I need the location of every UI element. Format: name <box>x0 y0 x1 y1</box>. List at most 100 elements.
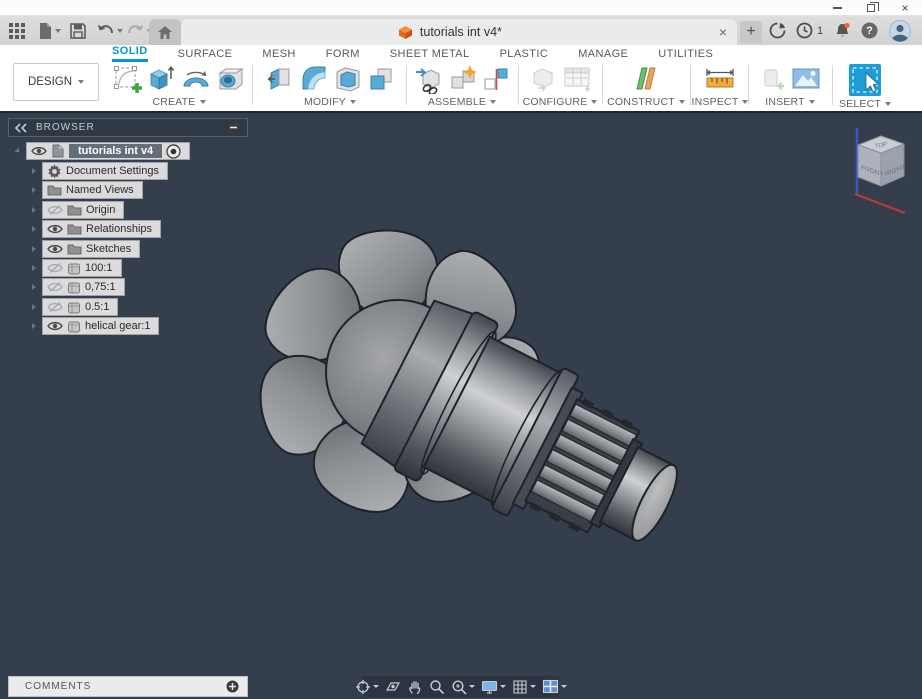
zoom-window-button[interactable] <box>450 679 476 695</box>
eye-icon[interactable] <box>47 223 63 235</box>
measure-icon[interactable] <box>703 64 737 94</box>
canvas-image-icon[interactable] <box>790 64 822 94</box>
save-button[interactable] <box>70 20 86 41</box>
zoom-icon <box>430 679 445 694</box>
extrude-icon[interactable] <box>146 64 176 94</box>
display-settings-button[interactable] <box>480 679 507 695</box>
tree-row-origin[interactable]: Origin <box>32 201 125 219</box>
viewports-button[interactable] <box>541 679 568 694</box>
tab-form[interactable]: FORM <box>326 48 360 62</box>
expand-arrow-icon[interactable] <box>14 147 22 155</box>
expand-arrow-icon[interactable] <box>32 304 36 310</box>
eye-hidden-icon[interactable] <box>47 204 63 216</box>
comments-panel[interactable]: COMMENTS <box>8 676 248 697</box>
group-construct: CONSTRUCT <box>604 62 688 108</box>
expand-arrow-icon[interactable] <box>32 323 36 329</box>
expand-arrow-icon[interactable] <box>32 265 36 271</box>
rigid-group-icon[interactable] <box>482 65 510 93</box>
eye-hidden-icon[interactable] <box>47 281 63 293</box>
workspace-selector-button[interactable]: DESIGN <box>13 63 99 101</box>
tree-row-named-views[interactable]: Named Views <box>32 181 143 199</box>
create-sketch-icon[interactable] <box>113 64 143 94</box>
root-node-label[interactable]: tutorials int v4 <box>69 144 163 158</box>
collapse-tree-icon[interactable] <box>227 121 240 134</box>
expand-arrow-icon[interactable] <box>32 168 36 174</box>
eye-hidden-icon[interactable] <box>47 301 63 313</box>
file-menu-button[interactable] <box>38 20 61 41</box>
document-tab[interactable]: tutorials int v4* × <box>181 19 737 45</box>
expand-arrow-icon[interactable] <box>32 246 36 252</box>
assemble-dropdown[interactable]: ASSEMBLE <box>428 95 497 108</box>
combine-icon[interactable] <box>366 64 396 94</box>
tab-sheet-metal[interactable]: SHEET METAL <box>390 48 470 62</box>
eye-icon[interactable] <box>47 243 63 255</box>
profile-button[interactable] <box>889 19 911 42</box>
expand-arrow-icon[interactable] <box>32 207 36 213</box>
app-launcher-button[interactable] <box>8 20 26 41</box>
undo-button[interactable] <box>97 20 123 41</box>
expand-comments-icon[interactable] <box>226 680 239 693</box>
tree-row-sketches[interactable]: Sketches <box>32 240 141 258</box>
create-caret-icon <box>199 99 206 104</box>
revolve-icon[interactable] <box>179 64 213 94</box>
expand-arrow-icon[interactable] <box>32 187 36 193</box>
new-tab-button[interactable]: + <box>740 21 762 43</box>
new-component-icon[interactable] <box>414 64 446 94</box>
tree-row-body-075-1[interactable]: 0,75:1 <box>32 278 125 296</box>
zoom-button[interactable] <box>428 679 446 695</box>
inspect-dropdown[interactable]: INSPECT <box>692 95 749 108</box>
close-window-button[interactable]: × <box>888 0 922 16</box>
tree-row-relationships[interactable]: Relationships <box>32 220 162 238</box>
job-status-button[interactable]: 1 <box>796 20 823 41</box>
activate-component-radio[interactable] <box>166 143 181 159</box>
tab-plastic[interactable]: PLASTIC <box>500 48 549 62</box>
close-tab-button[interactable]: × <box>719 25 727 39</box>
configuration-table-icon[interactable] <box>561 64 593 94</box>
insert-dropdown[interactable]: INSERT <box>765 95 815 108</box>
tab-mesh[interactable]: MESH <box>262 48 295 62</box>
collapse-panel-icon[interactable] <box>14 122 28 133</box>
pan-button[interactable] <box>406 679 424 695</box>
maximize-button[interactable] <box>854 0 888 16</box>
select-icon[interactable] <box>847 62 883 98</box>
assemble-caret-icon <box>490 99 497 104</box>
construct-caret-icon <box>678 99 685 104</box>
orbit-button[interactable] <box>354 679 380 695</box>
tab-surface[interactable]: SURFACE <box>178 48 233 62</box>
modify-dropdown[interactable]: MODIFY <box>304 95 357 108</box>
grid-icon <box>513 679 527 694</box>
tree-row-body-100-1[interactable]: 100:1 <box>32 259 122 277</box>
press-pull-icon[interactable] <box>265 64 295 94</box>
browser-header[interactable]: BROWSER <box>8 118 248 137</box>
tree-row-document-settings[interactable]: Document Settings <box>32 162 168 180</box>
tab-solid[interactable]: SOLID <box>112 45 148 62</box>
tree-row-body-05-1[interactable]: 0.5:1 <box>32 298 119 316</box>
construct-dropdown[interactable]: CONSTRUCT <box>607 95 685 108</box>
tree-row-helical-gear[interactable]: helical gear:1 <box>32 317 160 335</box>
eye-hidden-icon[interactable] <box>47 262 63 274</box>
tab-manage[interactable]: MANAGE <box>578 48 628 62</box>
select-dropdown[interactable]: SELECT <box>839 98 892 110</box>
eye-icon[interactable] <box>31 145 47 157</box>
construct-plane-icon[interactable] <box>630 63 662 95</box>
configure-icon[interactable] <box>528 64 558 94</box>
help-button[interactable]: ? <box>861 20 878 41</box>
expand-arrow-icon[interactable] <box>32 284 36 290</box>
fillet-icon[interactable] <box>298 64 330 94</box>
minimize-button[interactable] <box>820 0 854 16</box>
notifications-button[interactable] <box>834 20 851 41</box>
expand-arrow-icon[interactable] <box>32 226 36 232</box>
joint-icon[interactable] <box>449 64 479 94</box>
extensions-button[interactable] <box>769 20 786 41</box>
eye-icon[interactable] <box>47 320 63 332</box>
configure-dropdown[interactable]: CONFIGURE <box>523 95 598 108</box>
grid-snaps-button[interactable] <box>511 679 537 695</box>
home-tab-button[interactable] <box>149 19 181 45</box>
tab-utilities[interactable]: UTILITIES <box>658 48 713 62</box>
create-dropdown[interactable]: CREATE <box>152 95 206 108</box>
hole-icon[interactable] <box>216 64 246 94</box>
look-at-button[interactable] <box>384 679 402 695</box>
shell-icon[interactable] <box>333 64 363 94</box>
tree-row-root[interactable]: tutorials int v4 <box>14 142 191 160</box>
insert-derive-icon[interactable] <box>759 64 787 94</box>
